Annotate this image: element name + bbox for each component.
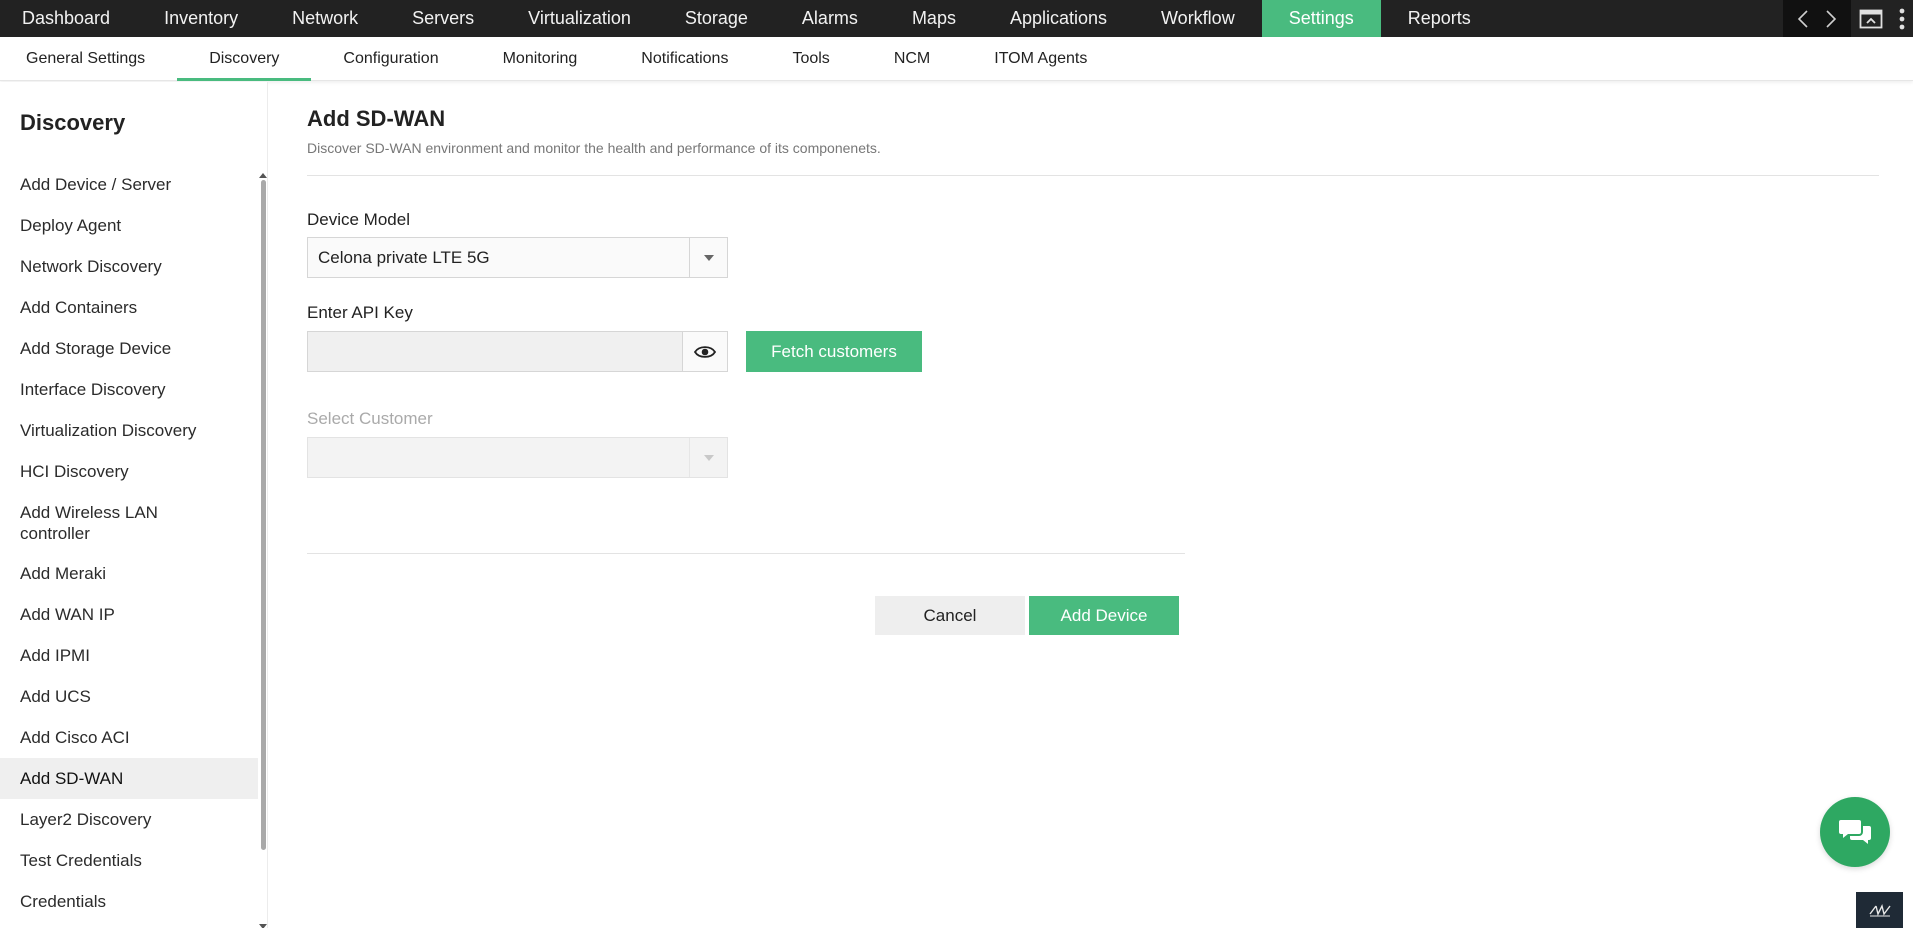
sidebar-item-add-device-server[interactable]: Add Device / Server <box>0 164 258 205</box>
select-customer-label: Select Customer <box>307 409 433 428</box>
sidebar-item-add-wireless-lan-controller[interactable]: Add Wireless LAN controller <box>0 492 200 553</box>
chevron-right-icon[interactable] <box>1817 0 1845 37</box>
tab-discovery[interactable]: Discovery <box>177 37 312 81</box>
cancel-button[interactable]: Cancel <box>875 596 1025 635</box>
sub-nav: General Settings Discovery Configuration… <box>0 37 1913 81</box>
select-customer-select <box>307 437 728 478</box>
sidebar-item-add-containers[interactable]: Add Containers <box>0 287 258 328</box>
sidebar-item-network-discovery[interactable]: Network Discovery <box>0 246 258 287</box>
title-divider <box>307 175 1879 176</box>
sidebar-item-add-cisco-aci[interactable]: Add Cisco ACI <box>0 717 258 758</box>
scroll-down-arrow-icon[interactable] <box>259 918 267 928</box>
api-key-label: Enter API Key <box>307 303 413 322</box>
sidebar-item-hci-discovery[interactable]: HCI Discovery <box>0 451 258 492</box>
device-model-select[interactable]: Celona private LTE 5G <box>307 237 728 278</box>
nav-inventory[interactable]: Inventory <box>137 0 265 37</box>
sidebar-title: Discovery <box>20 110 126 135</box>
eye-icon[interactable] <box>683 331 728 372</box>
sidebar-item-add-ucs[interactable]: Add UCS <box>0 676 258 717</box>
sidebar-item-add-sd-wan[interactable]: Add SD-WAN <box>0 758 258 799</box>
nav-virtualization[interactable]: Virtualization <box>501 0 658 37</box>
nav-reports[interactable]: Reports <box>1381 0 1498 37</box>
caret-down-icon <box>689 438 727 477</box>
nav-applications[interactable]: Applications <box>983 0 1134 37</box>
sidebar-item-deploy-agent[interactable]: Deploy Agent <box>0 205 258 246</box>
nav-servers[interactable]: Servers <box>385 0 501 37</box>
sidebar-item-add-ipmi[interactable]: Add IPMI <box>0 635 258 676</box>
more-vertical-icon[interactable] <box>1891 0 1913 37</box>
nav-alarms[interactable]: Alarms <box>775 0 885 37</box>
page-description: Discover SD-WAN environment and monitor … <box>307 140 881 156</box>
add-device-button[interactable]: Add Device <box>1029 596 1179 635</box>
nav-network[interactable]: Network <box>265 0 385 37</box>
sidebar-list: Add Device / Server Deploy Agent Network… <box>0 164 258 922</box>
screen-icon[interactable] <box>1851 0 1891 37</box>
sidebar-item-add-storage-device[interactable]: Add Storage Device <box>0 328 258 369</box>
sidebar-item-credentials[interactable]: Credentials <box>0 881 258 922</box>
sidebar-item-virtualization-discovery[interactable]: Virtualization Discovery <box>0 410 258 451</box>
nav-maps[interactable]: Maps <box>885 0 983 37</box>
tab-monitoring[interactable]: Monitoring <box>471 37 610 80</box>
sidebar-item-interface-discovery[interactable]: Interface Discovery <box>0 369 258 410</box>
sidebar-item-layer2-discovery[interactable]: Layer2 Discovery <box>0 799 258 840</box>
nav-storage[interactable]: Storage <box>658 0 775 37</box>
tab-notifications[interactable]: Notifications <box>609 37 760 80</box>
tab-configuration[interactable]: Configuration <box>311 37 470 80</box>
sidebar-scrollbar[interactable] <box>261 180 266 850</box>
nav-dashboard[interactable]: Dashboard <box>0 0 137 37</box>
chat-icon[interactable] <box>1820 797 1890 867</box>
api-key-input[interactable] <box>307 331 683 372</box>
device-model-value: Celona private LTE 5G <box>318 247 490 267</box>
chevron-left-icon[interactable] <box>1789 0 1817 37</box>
tab-tools[interactable]: Tools <box>760 37 861 80</box>
api-key-row: Fetch customers <box>307 331 922 372</box>
tab-ncm[interactable]: NCM <box>862 37 962 80</box>
tab-itom-agents[interactable]: ITOM Agents <box>962 37 1119 80</box>
device-model-label: Device Model <box>307 210 410 229</box>
fetch-customers-button[interactable]: Fetch customers <box>746 331 922 372</box>
page-title: Add SD-WAN <box>307 106 446 131</box>
nav-workflow[interactable]: Workflow <box>1134 0 1262 37</box>
top-right-tools <box>1783 0 1913 37</box>
nav-settings[interactable]: Settings <box>1261 0 1381 37</box>
sidebar-item-add-wan-ip[interactable]: Add WAN IP <box>0 594 258 635</box>
corner-widget-icon[interactable] <box>1856 892 1903 928</box>
form-divider <box>307 553 1185 554</box>
sidebar-item-test-credentials[interactable]: Test Credentials <box>0 840 258 881</box>
sidebar: Discovery Add Device / Server Deploy Age… <box>0 82 268 928</box>
top-nav: Dashboard Inventory Network Servers Virt… <box>0 0 1913 37</box>
scroll-up-arrow-icon[interactable] <box>259 166 267 178</box>
caret-down-icon <box>689 238 727 277</box>
sidebar-item-add-meraki[interactable]: Add Meraki <box>0 553 258 594</box>
history-arrows <box>1783 0 1851 37</box>
tab-general-settings[interactable]: General Settings <box>0 37 177 80</box>
